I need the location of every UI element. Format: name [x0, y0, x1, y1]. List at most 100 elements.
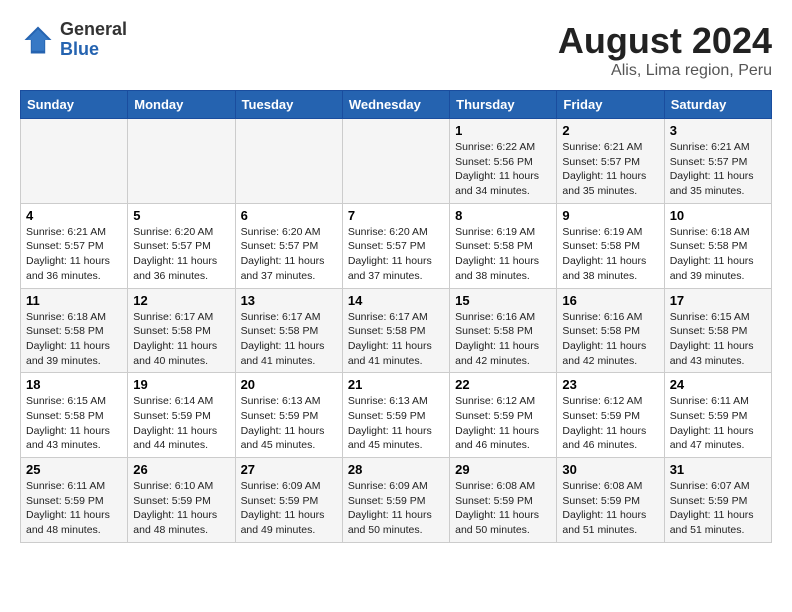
- day-number: 14: [348, 293, 444, 308]
- header-tuesday: Tuesday: [235, 91, 342, 119]
- day-info: Sunrise: 6:13 AM Sunset: 5:59 PM Dayligh…: [241, 394, 337, 453]
- day-info: Sunrise: 6:21 AM Sunset: 5:57 PM Dayligh…: [670, 140, 766, 199]
- day-number: 5: [133, 208, 229, 223]
- calendar-cell: 15 Sunrise: 6:16 AM Sunset: 5:58 PM Dayli…: [450, 288, 557, 373]
- calendar-cell: 31Sunrise: 6:07 AM Sunset: 5:59 PM Dayli…: [664, 458, 771, 543]
- calendar-cell: 16 Sunrise: 6:16 AM Sunset: 5:58 PM Dayli…: [557, 288, 664, 373]
- day-number: 1: [455, 123, 551, 138]
- day-info: Sunrise: 6:16 AM Sunset: 5:58 PM Dayligh…: [562, 310, 658, 369]
- day-number: 10: [670, 208, 766, 223]
- calendar-cell: 29Sunrise: 6:08 AM Sunset: 5:59 PM Dayli…: [450, 458, 557, 543]
- header-monday: Monday: [128, 91, 235, 119]
- day-info: Sunrise: 6:12 AM Sunset: 5:59 PM Dayligh…: [455, 394, 551, 453]
- day-info: Sunrise: 6:20 AM Sunset: 5:57 PM Dayligh…: [133, 225, 229, 284]
- logo-text: General Blue: [60, 20, 127, 60]
- calendar-cell: 21 Sunrise: 6:13 AM Sunset: 5:59 PM Dayli…: [342, 373, 449, 458]
- day-info: Sunrise: 6:12 AM Sunset: 5:59 PM Dayligh…: [562, 394, 658, 453]
- day-info: Sunrise: 6:17 AM Sunset: 5:58 PM Dayligh…: [241, 310, 337, 369]
- calendar-cell: 2 Sunrise: 6:21 AM Sunset: 5:57 PM Daylig…: [557, 119, 664, 204]
- day-info: Sunrise: 6:19 AM Sunset: 5:58 PM Dayligh…: [455, 225, 551, 284]
- day-number: 7: [348, 208, 444, 223]
- day-number: 23: [562, 377, 658, 392]
- calendar-cell: 27Sunrise: 6:09 AM Sunset: 5:59 PM Dayli…: [235, 458, 342, 543]
- day-number: 9: [562, 208, 658, 223]
- day-info: Sunrise: 6:17 AM Sunset: 5:58 PM Dayligh…: [348, 310, 444, 369]
- day-number: 16: [562, 293, 658, 308]
- calendar-cell: 4Sunrise: 6:21 AM Sunset: 5:57 PM Daylig…: [21, 203, 128, 288]
- day-number: 2: [562, 123, 658, 138]
- day-number: 27: [241, 462, 337, 477]
- week-row-1: 1 Sunrise: 6:22 AM Sunset: 5:56 PM Daylig…: [21, 119, 772, 204]
- calendar-cell: [235, 119, 342, 204]
- day-info: Sunrise: 6:21 AM Sunset: 5:57 PM Dayligh…: [562, 140, 658, 199]
- day-info: Sunrise: 6:07 AM Sunset: 5:59 PM Dayligh…: [670, 479, 766, 538]
- week-row-3: 11Sunrise: 6:18 AM Sunset: 5:58 PM Dayli…: [21, 288, 772, 373]
- day-info: Sunrise: 6:13 AM Sunset: 5:59 PM Dayligh…: [348, 394, 444, 453]
- day-number: 3: [670, 123, 766, 138]
- day-info: Sunrise: 6:21 AM Sunset: 5:57 PM Dayligh…: [26, 225, 122, 284]
- day-info: Sunrise: 6:08 AM Sunset: 5:59 PM Dayligh…: [455, 479, 551, 538]
- day-info: Sunrise: 6:20 AM Sunset: 5:57 PM Dayligh…: [348, 225, 444, 284]
- calendar-cell: 25 Sunrise: 6:11 AM Sunset: 5:59 PM Dayli…: [21, 458, 128, 543]
- day-info: Sunrise: 6:18 AM Sunset: 5:58 PM Dayligh…: [26, 310, 122, 369]
- day-number: 19: [133, 377, 229, 392]
- calendar-cell: 26Sunrise: 6:10 AM Sunset: 5:59 PM Dayli…: [128, 458, 235, 543]
- day-info: Sunrise: 6:15 AM Sunset: 5:58 PM Dayligh…: [670, 310, 766, 369]
- day-number: 30: [562, 462, 658, 477]
- logo-general: General: [60, 20, 127, 40]
- calendar-cell: 28Sunrise: 6:09 AM Sunset: 5:59 PM Dayli…: [342, 458, 449, 543]
- calendar-cell: 6Sunrise: 6:20 AM Sunset: 5:57 PM Daylig…: [235, 203, 342, 288]
- day-info: Sunrise: 6:11 AM Sunset: 5:59 PM Dayligh…: [670, 394, 766, 453]
- calendar-cell: 5 Sunrise: 6:20 AM Sunset: 5:57 PM Daylig…: [128, 203, 235, 288]
- calendar-cell: 17 Sunrise: 6:15 AM Sunset: 5:58 PM Dayli…: [664, 288, 771, 373]
- day-info: Sunrise: 6:14 AM Sunset: 5:59 PM Dayligh…: [133, 394, 229, 453]
- calendar-cell: [128, 119, 235, 204]
- calendar-cell: [342, 119, 449, 204]
- subtitle: Alis, Lima region, Peru: [558, 62, 772, 80]
- calendar-cell: 7 Sunrise: 6:20 AM Sunset: 5:57 PM Daylig…: [342, 203, 449, 288]
- calendar-cell: 24 Sunrise: 6:11 AM Sunset: 5:59 PM Dayli…: [664, 373, 771, 458]
- day-number: 20: [241, 377, 337, 392]
- calendar-table: SundayMondayTuesdayWednesdayThursdayFrid…: [20, 90, 772, 543]
- logo-blue: Blue: [60, 40, 127, 60]
- calendar-cell: 1 Sunrise: 6:22 AM Sunset: 5:56 PM Daylig…: [450, 119, 557, 204]
- main-title: August 2024: [558, 20, 772, 62]
- day-number: 18: [26, 377, 122, 392]
- calendar-cell: 20 Sunrise: 6:13 AM Sunset: 5:59 PM Dayli…: [235, 373, 342, 458]
- logo: General Blue: [20, 20, 127, 60]
- day-number: 21: [348, 377, 444, 392]
- day-info: Sunrise: 6:20 AM Sunset: 5:57 PM Dayligh…: [241, 225, 337, 284]
- calendar-cell: 13 Sunrise: 6:17 AM Sunset: 5:58 PM Dayli…: [235, 288, 342, 373]
- day-info: Sunrise: 6:19 AM Sunset: 5:58 PM Dayligh…: [562, 225, 658, 284]
- day-info: Sunrise: 6:17 AM Sunset: 5:58 PM Dayligh…: [133, 310, 229, 369]
- calendar-cell: 18Sunrise: 6:15 AM Sunset: 5:58 PM Dayli…: [21, 373, 128, 458]
- calendar-cell: 30 Sunrise: 6:08 AM Sunset: 5:59 PM Dayli…: [557, 458, 664, 543]
- calendar-cell: 19 Sunrise: 6:14 AM Sunset: 5:59 PM Dayli…: [128, 373, 235, 458]
- day-info: Sunrise: 6:11 AM Sunset: 5:59 PM Dayligh…: [26, 479, 122, 538]
- calendar-cell: 14 Sunrise: 6:17 AM Sunset: 5:58 PM Dayli…: [342, 288, 449, 373]
- calendar-cell: 10 Sunrise: 6:18 AM Sunset: 5:58 PM Dayli…: [664, 203, 771, 288]
- day-number: 24: [670, 377, 766, 392]
- day-number: 22: [455, 377, 551, 392]
- day-number: 17: [670, 293, 766, 308]
- day-number: 25: [26, 462, 122, 477]
- header-wednesday: Wednesday: [342, 91, 449, 119]
- logo-icon: [20, 22, 56, 58]
- day-info: Sunrise: 6:18 AM Sunset: 5:58 PM Dayligh…: [670, 225, 766, 284]
- day-number: 8: [455, 208, 551, 223]
- week-row-2: 4Sunrise: 6:21 AM Sunset: 5:57 PM Daylig…: [21, 203, 772, 288]
- page-header: General Blue August 2024 Alis, Lima regi…: [20, 20, 772, 80]
- header-sunday: Sunday: [21, 91, 128, 119]
- calendar-cell: 9 Sunrise: 6:19 AM Sunset: 5:58 PM Daylig…: [557, 203, 664, 288]
- day-info: Sunrise: 6:22 AM Sunset: 5:56 PM Dayligh…: [455, 140, 551, 199]
- day-info: Sunrise: 6:08 AM Sunset: 5:59 PM Dayligh…: [562, 479, 658, 538]
- day-number: 13: [241, 293, 337, 308]
- week-row-5: 25 Sunrise: 6:11 AM Sunset: 5:59 PM Dayli…: [21, 458, 772, 543]
- header-thursday: Thursday: [450, 91, 557, 119]
- day-number: 15: [455, 293, 551, 308]
- day-info: Sunrise: 6:16 AM Sunset: 5:58 PM Dayligh…: [455, 310, 551, 369]
- calendar-cell: 3 Sunrise: 6:21 AM Sunset: 5:57 PM Daylig…: [664, 119, 771, 204]
- day-number: 26: [133, 462, 229, 477]
- calendar-cell: [21, 119, 128, 204]
- calendar-cell: 11Sunrise: 6:18 AM Sunset: 5:58 PM Dayli…: [21, 288, 128, 373]
